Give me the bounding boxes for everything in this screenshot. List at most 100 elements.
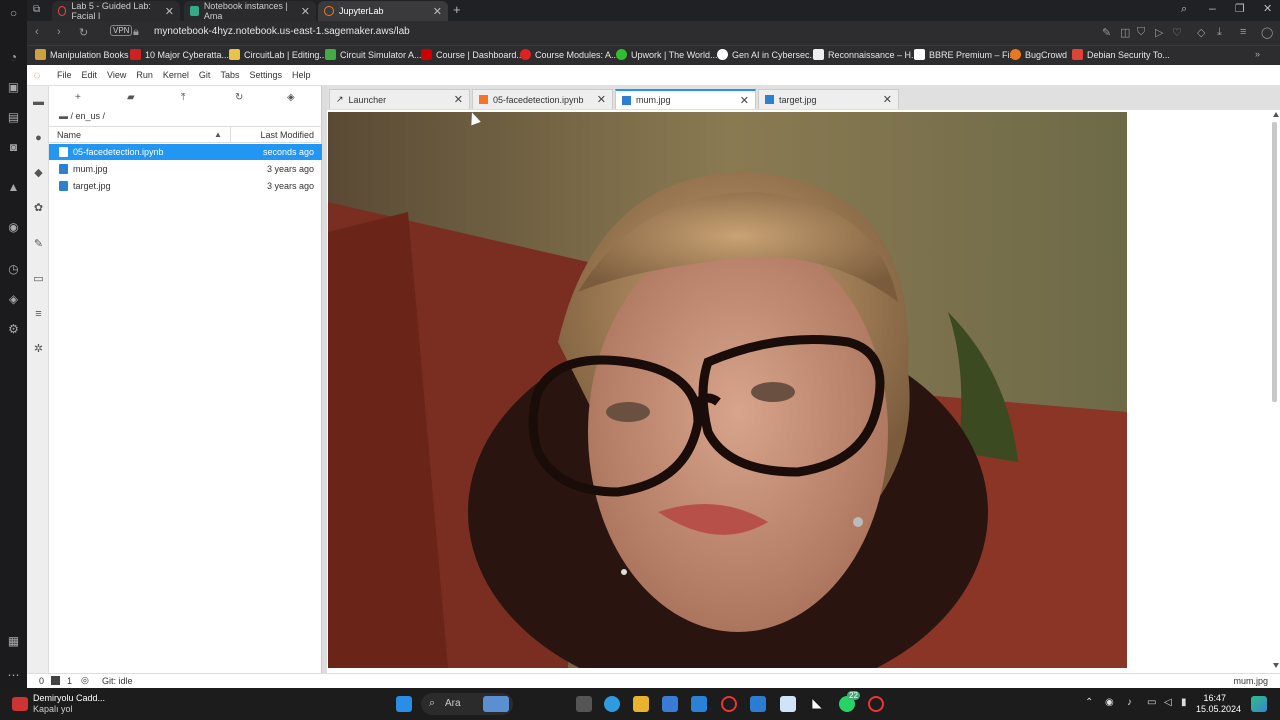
bookmarks-more-icon[interactable]: » (1255, 49, 1260, 59)
bookmark-item[interactable]: Gen AI in Cybersec... (717, 49, 817, 60)
forward-icon[interactable]: › (57, 26, 61, 38)
edge-icon[interactable] (604, 696, 620, 712)
menu-file[interactable]: File (57, 70, 72, 80)
menu-edit[interactable]: Edit (82, 70, 98, 80)
tab-menu-icon[interactable]: ⧉ (33, 4, 40, 15)
column-name[interactable]: Name (57, 130, 81, 140)
bookmark-item[interactable]: 10 Major Cyberatta... (130, 49, 229, 60)
tab-notebook[interactable]: 05-facedetection.ipynb ✕ (472, 89, 613, 109)
menu-run[interactable]: Run (136, 70, 153, 80)
bookmark-item[interactable]: Course | Dashboard... (421, 49, 524, 60)
capcut-icon[interactable]: ◣ (809, 696, 825, 712)
app-icon[interactable] (780, 696, 796, 712)
screenshot-icon[interactable]: ▦ (6, 634, 21, 649)
bookmark-item[interactable]: BugCrowd (1010, 49, 1067, 60)
opera-icon[interactable] (721, 696, 737, 712)
microphone-icon[interactable]: ♪ (1127, 697, 1132, 708)
opera-logo-icon[interactable]: ○ (6, 6, 21, 21)
opera-gx-icon[interactable] (868, 696, 884, 712)
menu-settings[interactable]: Settings (249, 70, 282, 80)
git-status[interactable]: Git: idle (102, 676, 133, 686)
browser-tab-jupyterlab[interactable]: JupyterLab ✕ (318, 1, 448, 21)
status-count-a[interactable]: 0 (39, 676, 44, 686)
toc-icon[interactable]: ≡ (32, 308, 45, 321)
back-icon[interactable]: ‹ (35, 26, 39, 38)
new-folder-icon[interactable]: ▰ (127, 92, 135, 103)
palette-icon[interactable]: ✿ (32, 202, 45, 215)
menu-git[interactable]: Git (199, 70, 211, 80)
cube-icon[interactable]: ◈ (6, 292, 21, 307)
copilot-icon[interactable] (1251, 696, 1267, 712)
new-launcher-button[interactable]: + (75, 92, 81, 103)
bag-icon[interactable]: ▣ (6, 80, 21, 95)
bookmark-item[interactable]: Manipulation Books (35, 49, 129, 60)
shield-icon[interactable]: ⛉ (1137, 26, 1145, 39)
messenger-icon[interactable]: ◙ (6, 140, 21, 155)
close-icon[interactable]: ✕ (597, 93, 606, 106)
close-icon[interactable]: ✕ (301, 5, 310, 18)
bookmark-item[interactable]: Upwork | The World... (616, 49, 718, 60)
close-icon[interactable]: ✕ (433, 5, 442, 18)
bookmark-item[interactable]: Course Modules: A... (520, 49, 619, 60)
file-explorer-icon[interactable] (633, 696, 649, 712)
close-window-icon[interactable]: ✕ (1263, 2, 1272, 15)
play-icon[interactable]: ◉ (6, 220, 21, 235)
heart-icon[interactable]: ♡ (1172, 26, 1182, 39)
close-icon[interactable]: ✕ (165, 5, 174, 18)
extension-icon[interactable]: ✲ (32, 343, 45, 356)
tab-list-icon[interactable]: ▭ (32, 273, 45, 286)
menu-view[interactable]: View (107, 70, 126, 80)
status-count-b[interactable]: 1 (67, 676, 72, 686)
breadcrumb-path[interactable]: / en_us / (71, 111, 106, 121)
home-folder-icon[interactable]: ▬ (59, 111, 68, 121)
url-field[interactable]: mynotebook-4hyz.notebook.us-east-1.sagem… (154, 26, 410, 37)
tray-app-icon[interactable]: ◉ (1105, 697, 1114, 708)
bookmark-item[interactable]: CircuitLab | Editing... (229, 49, 327, 60)
file-row[interactable]: mum.jpg 3 years ago (49, 161, 322, 177)
scroll-thumb[interactable] (1272, 122, 1277, 402)
edit-icon[interactable]: ✎ (1102, 26, 1111, 39)
profile-icon[interactable]: ◯ (1261, 26, 1273, 39)
browser-tab-notebook-instances[interactable]: Notebook instances | Ama ✕ (184, 1, 316, 21)
browser-tab-lab[interactable]: Lab 5 - Guided Lab: Facial I ✕ (52, 1, 180, 21)
bookmark-item[interactable]: Debian Security To... (1072, 49, 1170, 60)
mail-icon[interactable] (691, 696, 707, 712)
wrench-icon[interactable]: ✎ (32, 238, 45, 251)
tab-mum-jpg[interactable]: mum.jpg ✕ (615, 89, 756, 109)
triangle-icon[interactable]: ▲ (6, 180, 21, 195)
git-clone-icon[interactable]: ◈ (287, 92, 295, 103)
windows-start-icon[interactable] (396, 696, 412, 712)
menu-kernel[interactable]: Kernel (163, 70, 189, 80)
bookmark-item[interactable]: Reconnaissance – H... (813, 49, 919, 60)
vertical-scrollbar[interactable] (1270, 112, 1279, 668)
more-icon[interactable]: ⋯ (6, 668, 21, 683)
volume-icon[interactable]: ◁ (1164, 697, 1172, 708)
taskbar-clock[interactable]: 16:47 15.05.2024 (1196, 693, 1241, 715)
network-icon[interactable]: ▭ (1147, 697, 1156, 708)
scroll-up-icon[interactable] (1273, 112, 1279, 117)
chat-icon[interactable]: ▤ (6, 110, 21, 125)
tab-launcher[interactable]: ↗ Launcher ✕ (329, 89, 470, 109)
column-last-modified[interactable]: Last Modified (260, 130, 314, 140)
weather-widget[interactable]: Demiryolu Cadd... Kapalı yol (12, 693, 105, 715)
history-icon[interactable]: ◷ (6, 262, 21, 277)
taskbar-search[interactable]: ⌕ Ara (421, 693, 513, 715)
settings-icon[interactable]: ⚙ (6, 322, 21, 337)
send-icon[interactable]: ▷ (1155, 26, 1163, 39)
close-icon[interactable]: ✕ (454, 93, 463, 106)
menu-icon[interactable]: ≡ (1240, 26, 1246, 38)
speed-icon[interactable]: ◔ (6, 50, 21, 65)
running-icon[interactable]: ● (32, 132, 45, 145)
close-icon[interactable]: ✕ (883, 93, 892, 106)
menu-tabs[interactable]: Tabs (220, 70, 239, 80)
refresh-icon[interactable]: ↻ (235, 92, 243, 103)
bookmark-item[interactable]: BBRE Premium – Fi... (914, 49, 1017, 60)
folder-icon[interactable]: ▬ (32, 96, 45, 109)
sort-up-icon[interactable]: ▲ (214, 130, 222, 139)
battery-icon[interactable]: ▮ (1181, 697, 1187, 708)
store-icon[interactable] (662, 696, 678, 712)
search-icon[interactable]: ⌕ (1181, 3, 1187, 16)
camera-icon[interactable]: ◫ (1120, 26, 1130, 39)
restore-icon[interactable]: ❐ (1235, 2, 1245, 15)
reload-icon[interactable]: ↻ (79, 26, 88, 39)
